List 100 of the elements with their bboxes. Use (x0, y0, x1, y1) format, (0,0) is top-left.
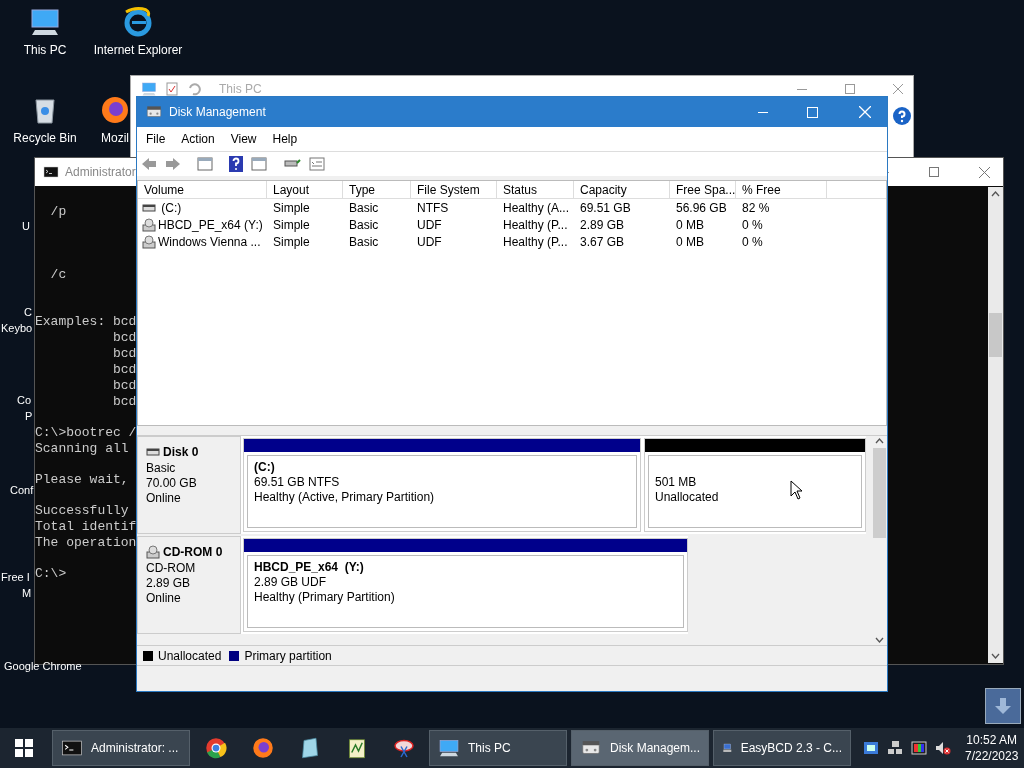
column-header[interactable]: Status (497, 181, 574, 198)
maximize-icon[interactable] (845, 84, 855, 94)
properties-icon[interactable] (309, 157, 325, 171)
terminal-icon (61, 737, 83, 759)
column-header[interactable]: Capacity (574, 181, 670, 198)
icon-label[interactable]: U (22, 218, 30, 235)
tray-app-icon[interactable] (863, 740, 879, 756)
icon-label[interactable]: Mozil (101, 129, 129, 147)
menu-item[interactable]: View (224, 130, 263, 148)
cd-drive-icon (146, 545, 160, 559)
table-cell-text: 69.51 GB (579, 199, 631, 217)
close-icon[interactable] (893, 84, 903, 94)
disk-info: CD-ROM (146, 561, 197, 576)
disk-info: 70.00 GB (146, 476, 198, 491)
column-header[interactable]: Type (343, 181, 411, 198)
forward-icon[interactable] (165, 157, 181, 171)
undo-icon[interactable] (187, 82, 201, 96)
scroll-down-icon[interactable] (991, 653, 1000, 659)
minimize-icon[interactable] (758, 111, 768, 113)
table-cell-text: Basic (348, 199, 379, 217)
console-line: Scanning all (35, 441, 129, 457)
menu-item[interactable]: File (140, 130, 172, 148)
scrollbar[interactable] (988, 187, 1003, 663)
scroll-up-icon[interactable] (874, 438, 884, 444)
download-button[interactable] (985, 688, 1021, 724)
help-icon[interactable] (229, 156, 243, 172)
icon-label[interactable]: Conf (10, 482, 34, 499)
scrollbar-thumb[interactable] (989, 313, 1002, 357)
console-line: bcd (112, 362, 137, 378)
table-cell-text: 56.96 GB (675, 199, 727, 217)
console-line: bcd (112, 394, 137, 410)
scroll-down-icon[interactable] (874, 637, 884, 643)
cursor-icon (790, 480, 803, 500)
disk-info: Online (146, 591, 182, 606)
table-cell-text: Basic (348, 216, 379, 234)
column-header[interactable]: File System (411, 181, 497, 198)
table-cell-text: Basic (348, 233, 379, 251)
window-title: Administrator (65, 164, 136, 181)
disk-label-panel[interactable]: CD-ROM 0 CD-ROM 2.89 GB Online (137, 536, 241, 634)
icon-label[interactable]: Internet Explorer (93, 41, 183, 59)
computer-icon (29, 6, 61, 38)
console-line: bcd (112, 378, 137, 394)
table-cell-text: Simple (272, 216, 310, 234)
minimize-icon[interactable] (797, 88, 807, 90)
panel-icon[interactable] (197, 157, 213, 171)
partition-block[interactable]: (C:) 69.51 GB NTFS Healthy (Active, Primary Partition) (243, 438, 641, 532)
windows-start-icon[interactable] (15, 739, 33, 757)
scrollbar[interactable] (871, 436, 887, 645)
icon-label[interactable]: P (25, 408, 33, 425)
icon-label[interactable]: Recycle Bin (13, 129, 77, 147)
console-line: bcd (112, 346, 137, 362)
partition-info: 2.89 GB UDF (254, 575, 328, 590)
help-icon[interactable] (893, 107, 911, 125)
icon-label[interactable]: M (22, 585, 32, 602)
scroll-up-icon[interactable] (991, 191, 1000, 197)
console-line: /c (49, 267, 67, 283)
display-icon[interactable] (911, 740, 927, 756)
column-header[interactable]: Free Spa... (670, 181, 736, 198)
menu-item[interactable]: Help (266, 130, 304, 148)
partition-block[interactable]: HBCD_PE_x64 (Y:) 2.89 GB UDF Healthy (Primary Partition) (243, 538, 688, 632)
partition-title: HBCD_PE_x64 (Y:) (254, 560, 365, 575)
properties-icon[interactable] (165, 82, 179, 96)
icon-label[interactable]: Co (17, 392, 32, 409)
back-icon[interactable] (141, 157, 157, 171)
icon-label[interactable]: C (24, 304, 32, 321)
network-icon[interactable] (887, 740, 903, 756)
taskbar-button[interactable]: Administrator: ... (52, 730, 190, 766)
column-header[interactable]: Volume (138, 181, 267, 198)
partition-block[interactable]: 501 MB Unallocated (644, 438, 866, 532)
clock-time[interactable]: 10:52 AM (966, 732, 1018, 748)
disk-name: Disk 0 (163, 444, 199, 461)
icon-label[interactable]: Google Chrome (4, 658, 82, 675)
scrollbar-thumb[interactable] (872, 448, 886, 538)
partition-info: 501 MB (655, 475, 698, 490)
console-line: C:\> (35, 566, 67, 582)
panel-icon[interactable] (251, 157, 267, 171)
browser-icon (122, 6, 154, 38)
column-header[interactable]: Layout (267, 181, 343, 198)
console-line: bcd (112, 330, 137, 346)
taskbar-button[interactable]: Disk Managem... (571, 730, 709, 766)
disk-label-panel[interactable]: Disk 0 Basic 70.00 GB Online (137, 436, 241, 534)
icon-label[interactable]: This PC (23, 41, 67, 59)
column-header[interactable]: % Free (736, 181, 827, 198)
down-arrow-icon (994, 697, 1012, 715)
icon-label[interactable]: Free I (1, 569, 30, 586)
console-line: Total identif (35, 519, 137, 535)
table-cell-text: Healthy (P... (502, 216, 568, 234)
taskbar-button[interactable]: This PC (429, 730, 567, 766)
clock-date[interactable]: 7/22/2023 (965, 748, 1019, 764)
maximize-icon[interactable] (929, 167, 939, 177)
muted-speaker-icon[interactable] (935, 740, 951, 756)
table-cell-text: Simple (272, 233, 310, 251)
table-cell-text: 0 MB (675, 233, 704, 251)
partition-info: Healthy (Primary Partition) (254, 590, 396, 605)
table-cell-text: 2.89 GB (579, 216, 625, 234)
close-icon[interactable] (979, 166, 990, 178)
taskbar-button[interactable]: EasyBCD 2.3 - C... (713, 730, 851, 766)
menu-item[interactable]: Action (175, 130, 221, 148)
icon-label[interactable]: Keybo (1, 320, 33, 337)
disk-name: CD-ROM 0 (163, 544, 223, 561)
